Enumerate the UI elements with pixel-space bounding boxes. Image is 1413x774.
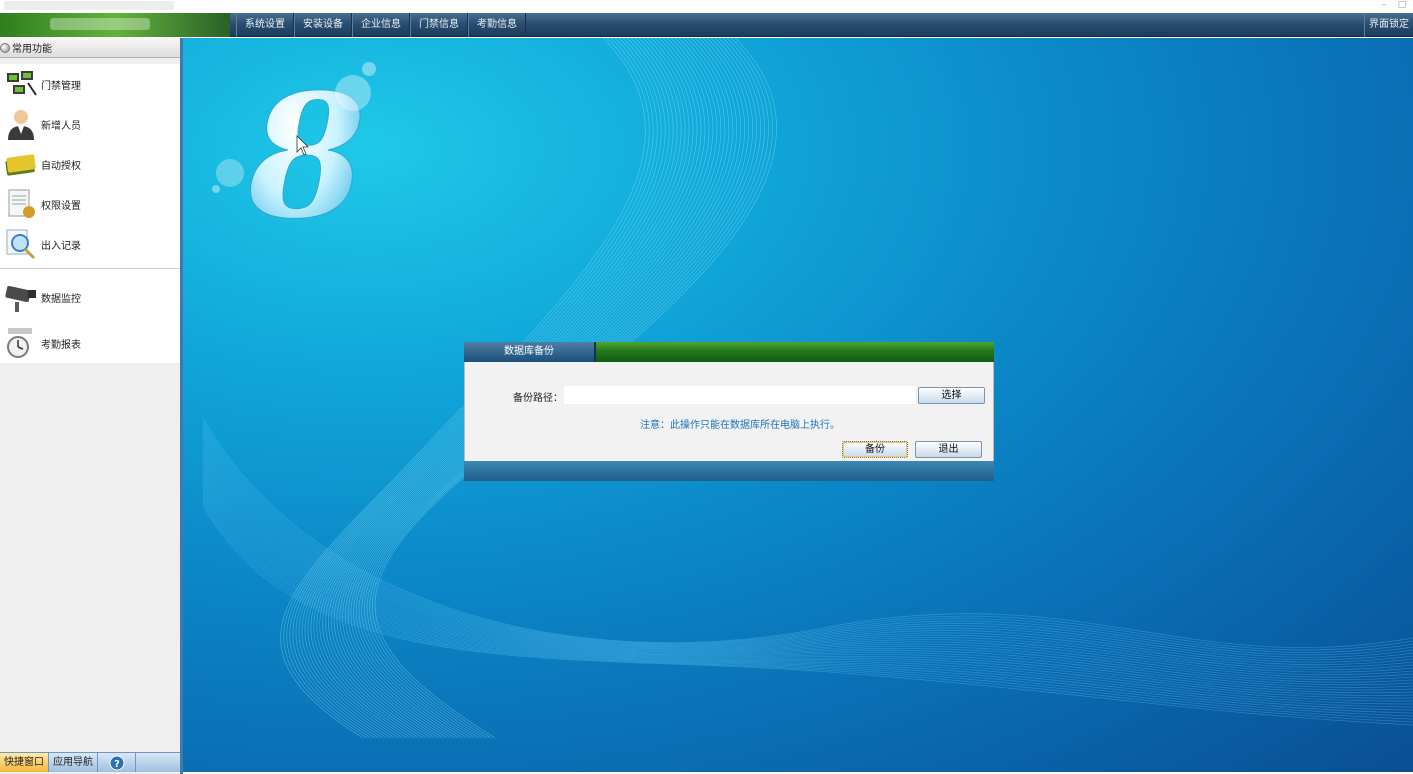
sidebar-item-access-records[interactable]: 出入记录	[0, 224, 180, 264]
dialog-title-bar	[596, 342, 994, 362]
camera-icon	[4, 280, 38, 314]
lock-screen-button[interactable]: 界面锁定	[1364, 13, 1413, 37]
blurred-logo-text	[50, 18, 150, 30]
notice-text: 注意：此操作只能在数据库所在电脑上执行。	[640, 420, 840, 431]
backup-path-input[interactable]	[564, 386, 916, 404]
top-menu-bar: 系统设置 安装设备 企业信息 门禁信息 考勤信息 界面锁定	[0, 13, 1413, 37]
sidebar-header-label: 常用功能	[12, 44, 52, 55]
sidebar: 常用功能 门禁管理 新增人员 自动授权 权限设置 出入记录 数据监控 考勤报表 …	[0, 38, 183, 774]
menu-system-settings[interactable]: 系统设置	[236, 13, 294, 37]
backup-button[interactable]: 备份	[842, 441, 908, 458]
brand-logo	[0, 13, 230, 37]
help-button[interactable]: ?	[98, 753, 136, 772]
sidebar-divider	[0, 268, 180, 269]
maximize-button[interactable]: □	[1395, 0, 1409, 12]
svg-text:?: ?	[114, 759, 120, 770]
sidebar-item-attendance-report[interactable]: 考勤报表	[0, 323, 180, 363]
sidebar-item-label: 权限设置	[41, 200, 81, 212]
document-icon	[4, 187, 38, 221]
menu-attendance-info[interactable]: 考勤信息	[468, 13, 526, 37]
eight-logo-icon: 8	[212, 57, 376, 258]
magnifier-icon	[4, 227, 38, 261]
exit-button[interactable]: 退出	[915, 441, 982, 458]
dialog-title: 数据库备份	[464, 342, 596, 362]
sidebar-item-label: 门禁管理	[41, 80, 81, 92]
sidebar-item-label: 自动授权	[41, 160, 81, 172]
sidebar-item-permission[interactable]: 权限设置	[0, 184, 180, 224]
sidebar-item-data-monitor[interactable]: 数据监控	[0, 271, 180, 323]
sidebar-item-access-control[interactable]: 门禁管理	[0, 64, 180, 104]
sidebar-item-label: 数据监控	[41, 293, 81, 305]
sidebar-header[interactable]: 常用功能	[0, 38, 180, 58]
dialog-footer	[464, 461, 994, 481]
card-icon	[4, 147, 38, 181]
sidebar-bottom-tabs: 快捷窗口 应用导航 ?	[0, 752, 180, 772]
blurred-title	[4, 1, 174, 10]
sidebar-item-label: 考勤报表	[41, 339, 81, 351]
collapse-dot-icon	[0, 42, 10, 53]
circuit-board-icon	[4, 67, 38, 101]
menu-access-info[interactable]: 门禁信息	[410, 13, 468, 37]
dialog-header: 数据库备份	[464, 342, 994, 362]
sidebar-item-label: 新增人员	[41, 120, 81, 132]
clock-icon	[4, 326, 38, 360]
menu-company-info[interactable]: 企业信息	[352, 13, 410, 37]
help-icon: ?	[109, 755, 124, 770]
main-menu: 系统设置 安装设备 企业信息 门禁信息 考勤信息	[236, 13, 526, 37]
window-title-strip: – □	[0, 0, 1413, 13]
minimize-button[interactable]: –	[1377, 0, 1391, 12]
tab-quick-window[interactable]: 快捷窗口	[0, 753, 49, 772]
backup-path-label: 备份路径：	[513, 393, 563, 404]
sidebar-item-label: 出入记录	[41, 240, 81, 252]
person-icon	[4, 107, 38, 141]
shortcut-panel: 门禁管理 新增人员 自动授权 权限设置 出入记录 数据监控 考勤报表	[0, 64, 180, 363]
dialog-body: 备份路径： 选择 注意：此操作只能在数据库所在电脑上执行。 备份 退出	[464, 362, 994, 461]
sidebar-item-auto-authorize[interactable]: 自动授权	[0, 144, 180, 184]
tab-app-navigation[interactable]: 应用导航	[49, 753, 98, 772]
choose-button[interactable]: 选择	[918, 387, 985, 404]
menu-install-device[interactable]: 安装设备	[294, 13, 352, 37]
sidebar-item-add-person[interactable]: 新增人员	[0, 104, 180, 144]
backup-dialog: 数据库备份 备份路径： 选择 注意：此操作只能在数据库所在电脑上执行。 备份 退…	[464, 342, 994, 481]
